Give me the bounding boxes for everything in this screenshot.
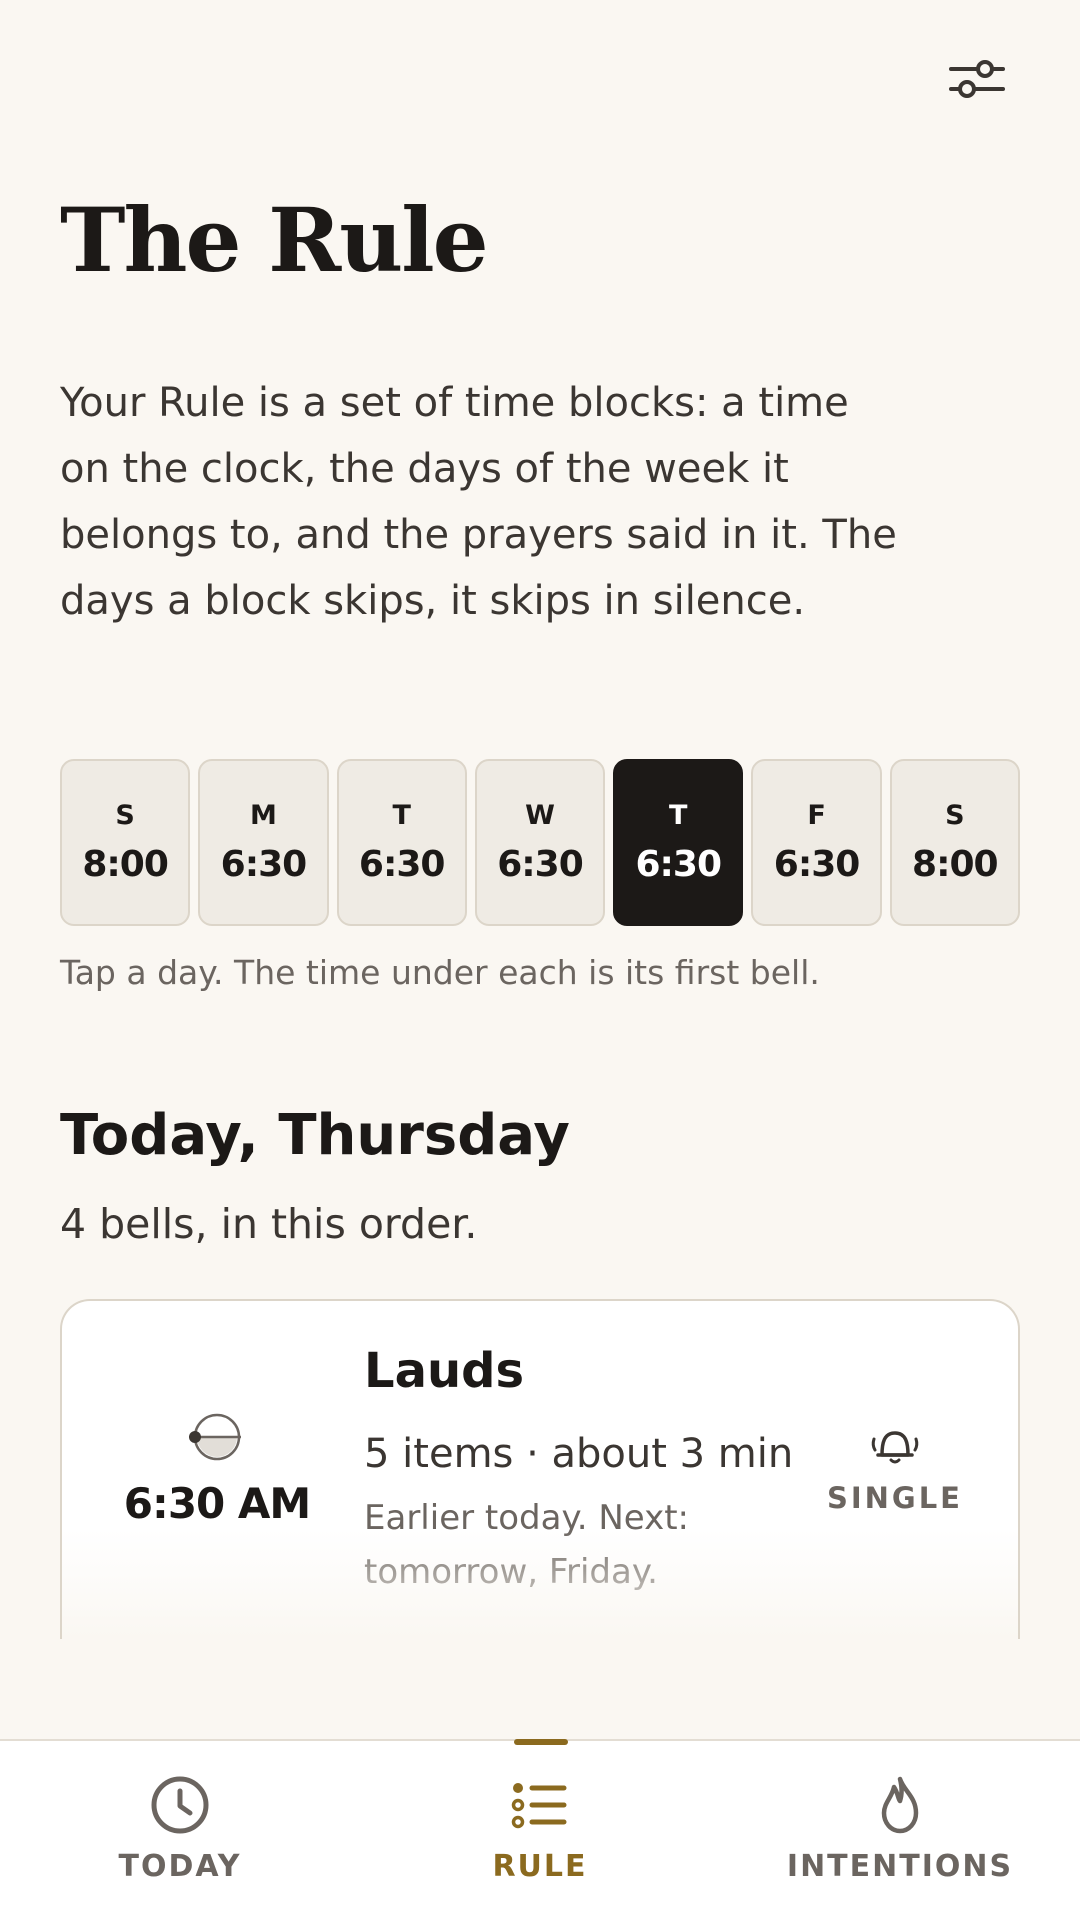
- day-first-bell-time: 6:30: [497, 844, 584, 885]
- day-letter: M: [249, 800, 277, 831]
- tab-rule-label: RULE: [492, 1849, 588, 1884]
- time-block-next-note: Earlier today. Next: tomorrow, Friday.: [364, 1498, 689, 1592]
- flame-icon: [881, 1776, 919, 1834]
- time-block-time: 6:30 AM: [123, 1479, 311, 1528]
- day-sunday[interactable]: S 8:00: [60, 759, 191, 926]
- tab-intentions[interactable]: INTENTIONS: [720, 1741, 1080, 1920]
- time-block-card[interactable]: 6:30 AM Lauds 5 items · about 3 min Earl…: [60, 1299, 1020, 1639]
- day-saturday[interactable]: S 8:00: [889, 759, 1020, 926]
- day-first-bell-time: 6:30: [220, 844, 308, 885]
- bell-icon: [871, 1431, 919, 1464]
- time-block-meta: 5 items · about 3 min: [364, 1431, 794, 1477]
- week-day-selector: S 8:00 M 6:30 T 6:30 W 6:30 T 6:30 F 6:3…: [60, 759, 1020, 926]
- day-first-bell-time: 6:30: [635, 844, 722, 885]
- day-letter: W: [525, 800, 555, 831]
- day-selector-hint: Tap a day. The time under each is its fi…: [60, 953, 820, 992]
- time-block-time-column: 6:30 AM: [122, 1411, 312, 1528]
- day-first-bell-time: 6:30: [773, 844, 861, 885]
- time-block-name: Lauds: [364, 1343, 525, 1399]
- list-icon: [511, 1783, 567, 1829]
- day-monday[interactable]: M 6:30: [198, 759, 329, 926]
- day-friday[interactable]: F 6:30: [751, 759, 882, 926]
- day-first-bell-time: 8:00: [82, 844, 169, 885]
- today-section-title: Today, Thursday: [60, 1103, 570, 1168]
- bell-type-toggle[interactable]: SINGLE: [827, 1423, 963, 1515]
- sliders-icon: [949, 60, 1005, 98]
- tab-today-label: TODAY: [118, 1849, 242, 1884]
- tab-today[interactable]: TODAY: [0, 1741, 360, 1920]
- settings-button[interactable]: [944, 46, 1010, 112]
- bottom-tab-bar: TODAY RULE INTENTIONS: [0, 1739, 1080, 1920]
- day-letter: F: [807, 800, 826, 831]
- page-title: The Rule: [60, 188, 489, 292]
- day-letter: T: [392, 800, 411, 831]
- day-letter: S: [945, 800, 965, 831]
- sunrise-icon: [189, 1413, 241, 1461]
- tab-intentions-label: INTENTIONS: [786, 1849, 1014, 1884]
- day-letter: T: [669, 800, 688, 831]
- intro-text: Your Rule is a set of time blocks: a tim…: [60, 380, 897, 624]
- day-tuesday[interactable]: T 6:30: [336, 759, 467, 926]
- tab-rule[interactable]: RULE: [360, 1741, 720, 1920]
- day-letter: S: [115, 800, 135, 831]
- day-first-bell-time: 8:00: [912, 844, 999, 885]
- bell-type-label: SINGLE: [826, 1481, 963, 1515]
- day-thursday[interactable]: T 6:30: [613, 759, 744, 926]
- clock-icon: [151, 1776, 209, 1834]
- today-section-subtitle: 4 bells, in this order.: [60, 1200, 478, 1248]
- day-wednesday[interactable]: W 6:30: [474, 759, 606, 926]
- day-first-bell-time: 6:30: [358, 844, 446, 885]
